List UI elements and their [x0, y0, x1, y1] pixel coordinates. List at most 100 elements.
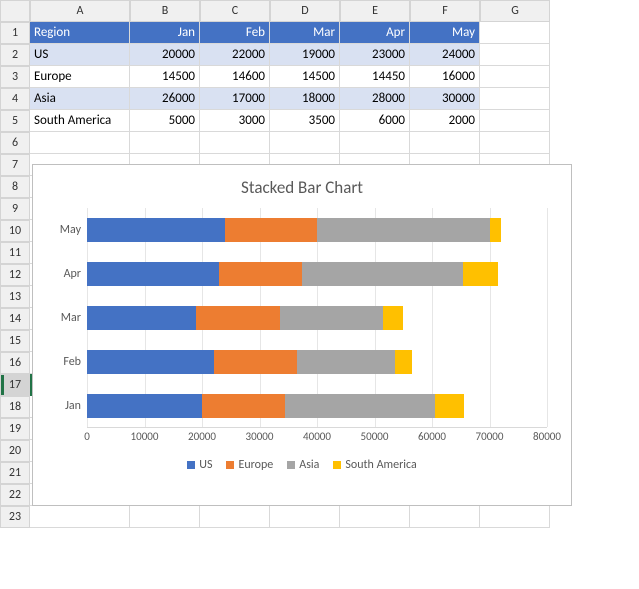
- row-header-5[interactable]: 5: [0, 110, 30, 132]
- cell-E23[interactable]: [340, 506, 410, 528]
- select-all-corner[interactable]: [0, 0, 30, 22]
- cell-E2[interactable]: 23000: [340, 44, 410, 66]
- bar-segment-europe: [202, 394, 285, 418]
- row-header-22[interactable]: 22: [0, 484, 30, 506]
- cell-C6[interactable]: [200, 132, 270, 154]
- cell-B23[interactable]: [130, 506, 200, 528]
- cell-C3[interactable]: 14600: [200, 66, 270, 88]
- cell-B5[interactable]: 5000: [130, 110, 200, 132]
- bar-segment-europe: [214, 350, 298, 374]
- row-header-6[interactable]: 6: [0, 132, 30, 154]
- cell-D1[interactable]: Mar: [270, 22, 340, 44]
- row-header-17[interactable]: 17: [0, 374, 30, 396]
- cell-F5[interactable]: 2000: [410, 110, 480, 132]
- row-header-3[interactable]: 3: [0, 66, 30, 88]
- col-header-C[interactable]: C: [200, 0, 270, 22]
- row-header-2[interactable]: 2: [0, 44, 30, 66]
- col-header-B[interactable]: B: [130, 0, 200, 22]
- cell-A4[interactable]: Asia: [30, 88, 130, 110]
- cell-A2[interactable]: US: [30, 44, 130, 66]
- cell-C2[interactable]: 22000: [200, 44, 270, 66]
- cell-C5[interactable]: 3000: [200, 110, 270, 132]
- chart-container[interactable]: Stacked Bar Chart MayAprMarFebJan 010000…: [32, 164, 572, 506]
- bar-segment-south-america: [463, 262, 498, 286]
- legend-item-europe: Europe: [226, 458, 273, 472]
- cell-B4[interactable]: 26000: [130, 88, 200, 110]
- cell-G3[interactable]: [480, 66, 550, 88]
- cell-F3[interactable]: 16000: [410, 66, 480, 88]
- bar-apr: Apr: [87, 262, 547, 286]
- row-header-8[interactable]: 8: [0, 176, 30, 198]
- bar-segment-south-america: [383, 306, 403, 330]
- x-tick-label: 30000: [246, 430, 274, 443]
- row-header-9[interactable]: 9: [0, 198, 30, 220]
- x-tick-label: 10000: [131, 430, 159, 443]
- x-tick-label: 40000: [303, 430, 331, 443]
- bar-segment-europe: [196, 306, 279, 330]
- cell-D5[interactable]: 3500: [270, 110, 340, 132]
- row-header-21[interactable]: 21: [0, 462, 30, 484]
- row-header-14[interactable]: 14: [0, 308, 30, 330]
- cell-G4[interactable]: [480, 88, 550, 110]
- row-header-23[interactable]: 23: [0, 506, 30, 528]
- cell-C4[interactable]: 17000: [200, 88, 270, 110]
- chart-x-axis: 0100002000030000400005000060000700008000…: [87, 428, 547, 448]
- cell-A1[interactable]: Region: [30, 22, 130, 44]
- chart-plot-area: MayAprMarFebJan: [87, 208, 547, 428]
- col-header-G[interactable]: G: [480, 0, 550, 22]
- row-header-15[interactable]: 15: [0, 330, 30, 352]
- cell-G6[interactable]: [480, 132, 550, 154]
- row-header-11[interactable]: 11: [0, 242, 30, 264]
- row-header-20[interactable]: 20: [0, 440, 30, 462]
- col-header-E[interactable]: E: [340, 0, 410, 22]
- y-category-label: Jan: [49, 394, 87, 418]
- cell-E5[interactable]: 6000: [340, 110, 410, 132]
- cell-A6[interactable]: [30, 132, 130, 154]
- cell-B1[interactable]: Jan: [130, 22, 200, 44]
- bar-segment-asia: [285, 394, 435, 418]
- cell-E6[interactable]: [340, 132, 410, 154]
- col-header-A[interactable]: A: [30, 0, 130, 22]
- gridline: [547, 208, 548, 427]
- cell-B2[interactable]: 20000: [130, 44, 200, 66]
- row-header-10[interactable]: 10: [0, 220, 30, 242]
- row-header-19[interactable]: 19: [0, 418, 30, 440]
- cell-A3[interactable]: Europe: [30, 66, 130, 88]
- cell-B3[interactable]: 14500: [130, 66, 200, 88]
- cell-G23[interactable]: [480, 506, 550, 528]
- row-header-4[interactable]: 4: [0, 88, 30, 110]
- cell-G1[interactable]: [480, 22, 550, 44]
- row-header-1[interactable]: 1: [0, 22, 30, 44]
- cell-D23[interactable]: [270, 506, 340, 528]
- cell-F4[interactable]: 30000: [410, 88, 480, 110]
- cell-G2[interactable]: [480, 44, 550, 66]
- cell-E4[interactable]: 28000: [340, 88, 410, 110]
- bar-segment-asia: [297, 350, 395, 374]
- cell-D6[interactable]: [270, 132, 340, 154]
- legend-label: Europe: [238, 458, 273, 472]
- row-header-18[interactable]: 18: [0, 396, 30, 418]
- cell-C1[interactable]: Feb: [200, 22, 270, 44]
- row-header-7[interactable]: 7: [0, 154, 30, 176]
- legend-label: Asia: [299, 458, 319, 472]
- cell-D2[interactable]: 19000: [270, 44, 340, 66]
- row-header-16[interactable]: 16: [0, 352, 30, 374]
- cell-G5[interactable]: [480, 110, 550, 132]
- cell-B6[interactable]: [130, 132, 200, 154]
- cell-F1[interactable]: May: [410, 22, 480, 44]
- cell-F23[interactable]: [410, 506, 480, 528]
- row-header-12[interactable]: 12: [0, 264, 30, 286]
- cell-F6[interactable]: [410, 132, 480, 154]
- cell-A5[interactable]: South America: [30, 110, 130, 132]
- cell-D4[interactable]: 18000: [270, 88, 340, 110]
- cell-E3[interactable]: 14450: [340, 66, 410, 88]
- cell-A23[interactable]: [30, 506, 130, 528]
- chart-title: Stacked Bar Chart: [47, 173, 557, 208]
- col-header-D[interactable]: D: [270, 0, 340, 22]
- cell-C23[interactable]: [200, 506, 270, 528]
- row-header-13[interactable]: 13: [0, 286, 30, 308]
- col-header-F[interactable]: F: [410, 0, 480, 22]
- cell-E1[interactable]: Apr: [340, 22, 410, 44]
- cell-F2[interactable]: 24000: [410, 44, 480, 66]
- cell-D3[interactable]: 14500: [270, 66, 340, 88]
